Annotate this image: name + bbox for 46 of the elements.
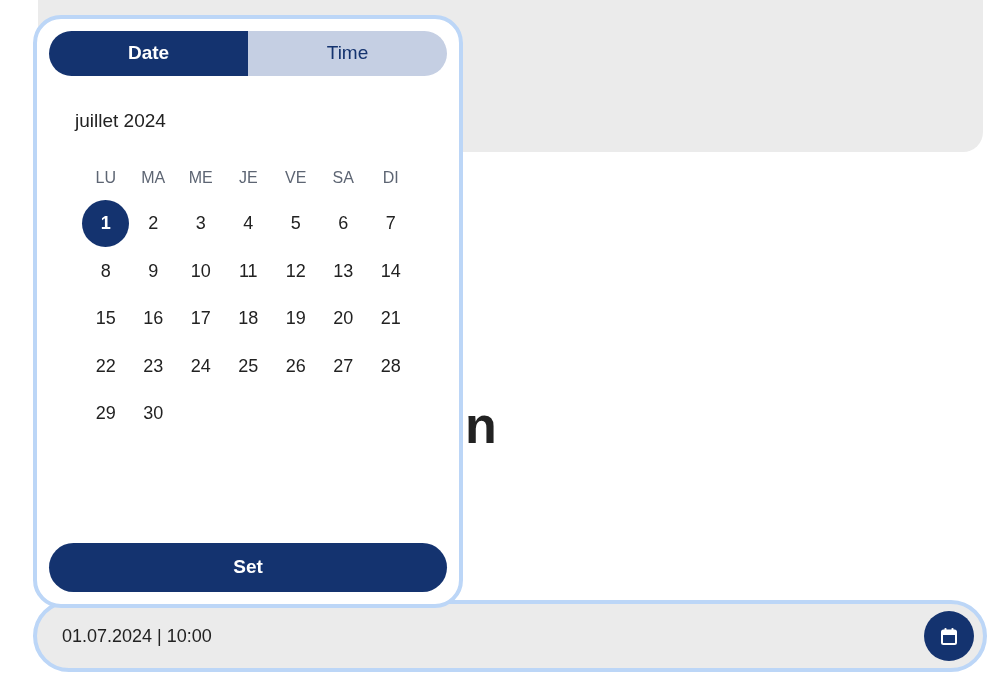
day-cell[interactable]: 20 xyxy=(319,295,367,343)
calendar-icon xyxy=(941,627,957,645)
picker-tab[interactable]: Time xyxy=(248,31,447,76)
day-cell[interactable]: 24 xyxy=(177,342,225,390)
day-cell[interactable]: 19 xyxy=(272,295,320,343)
day-cell[interactable]: 22 xyxy=(82,342,130,390)
weekday-label: JE xyxy=(238,168,258,188)
day-cell[interactable]: 13 xyxy=(319,247,367,295)
weekday-label: DI xyxy=(382,168,399,188)
day-cell[interactable]: 12 xyxy=(272,247,320,295)
day-cell[interactable]: 25 xyxy=(224,342,272,390)
picker-tab[interactable]: Date xyxy=(49,31,248,76)
day-cell[interactable]: 14 xyxy=(367,247,415,295)
day-cell[interactable]: 3 xyxy=(177,200,225,248)
date-time-value: 01.07.2024 | 10:00 xyxy=(62,624,212,648)
day-cell[interactable]: 7 xyxy=(367,200,415,248)
day-cell[interactable]: 15 xyxy=(82,295,130,343)
day-cell[interactable]: 5 xyxy=(272,200,320,248)
day-cell[interactable]: 28 xyxy=(367,342,415,390)
day-cell[interactable]: 11 xyxy=(224,247,272,295)
day-cell[interactable]: 8 xyxy=(82,247,130,295)
page-heading: n xyxy=(465,399,497,451)
weekday-label: VE xyxy=(285,168,307,188)
day-cell[interactable]: 10 xyxy=(177,247,225,295)
day-cell[interactable]: 26 xyxy=(272,342,320,390)
day-cell[interactable]: 4 xyxy=(224,200,272,248)
calendar-button[interactable] xyxy=(924,611,974,661)
day-cell[interactable]: 27 xyxy=(319,342,367,390)
day-cell[interactable]: 16 xyxy=(129,295,177,343)
day-cell[interactable]: 21 xyxy=(367,295,415,343)
set-button[interactable]: Set xyxy=(49,543,447,592)
weekday-label: MA xyxy=(141,168,166,188)
day-cell[interactable]: 6 xyxy=(319,200,367,248)
weekday-label: SA xyxy=(332,168,354,188)
day-cell[interactable]: 18 xyxy=(224,295,272,343)
weekday-label: ME xyxy=(188,168,213,188)
day-cell[interactable]: 30 xyxy=(129,390,177,438)
day-cell[interactable]: 1 xyxy=(82,200,130,248)
day-cell[interactable]: 17 xyxy=(177,295,225,343)
day-cell[interactable]: 29 xyxy=(82,390,130,438)
day-cell[interactable]: 9 xyxy=(129,247,177,295)
date-time-field[interactable]: 01.07.2024 | 10:00 xyxy=(33,600,987,672)
day-cell[interactable]: 2 xyxy=(129,200,177,248)
day-cell[interactable]: 23 xyxy=(129,342,177,390)
weekday-label: LU xyxy=(95,168,116,188)
month-label: juillet 2024 xyxy=(75,109,166,133)
